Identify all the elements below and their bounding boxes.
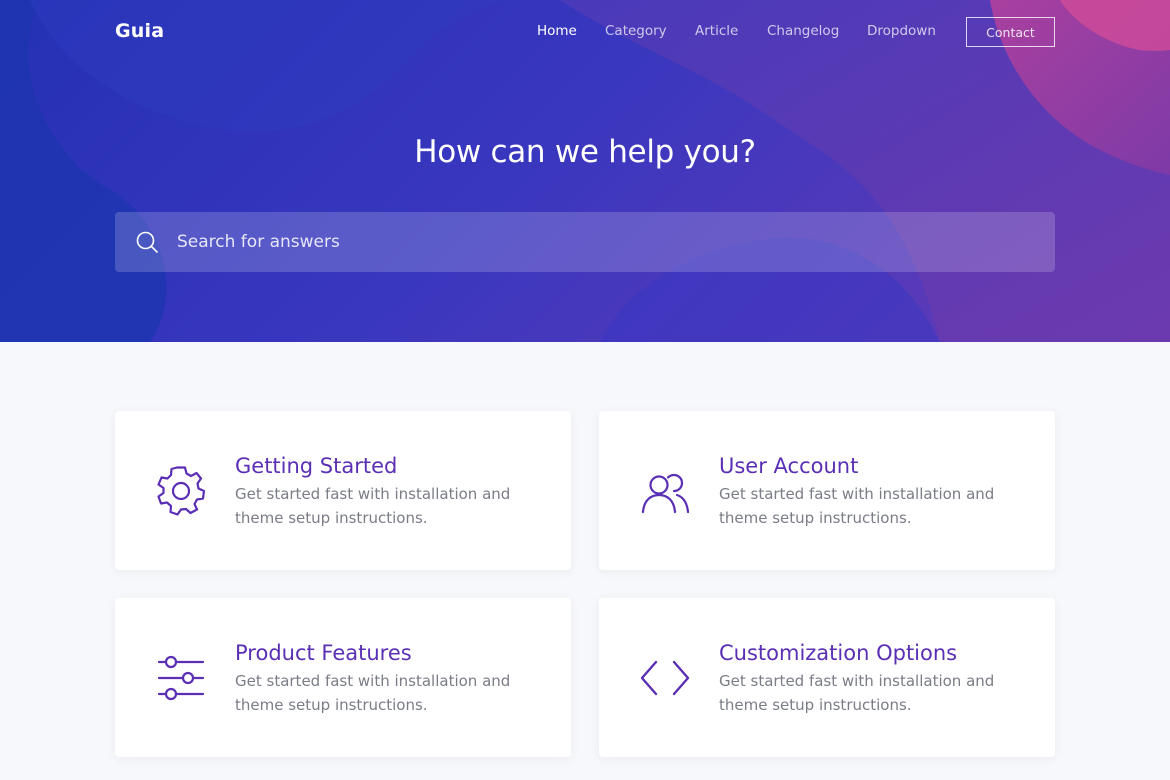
card-title: Product Features bbox=[235, 641, 412, 665]
contact-button[interactable]: Contact bbox=[966, 17, 1055, 47]
card-customization-options[interactable]: Customization Options Get started fast w… bbox=[599, 598, 1055, 757]
hero-title: How can we help you? bbox=[414, 134, 756, 170]
users-icon bbox=[641, 473, 690, 514]
card-title: Customization Options bbox=[719, 641, 958, 665]
search-icon bbox=[136, 231, 158, 253]
hero-header: Guia Home Category Article Changelog Dro… bbox=[0, 0, 1170, 342]
card-product-features[interactable]: Product Features Get started fast with i… bbox=[115, 598, 571, 757]
nav-item-changelog[interactable]: Changelog bbox=[767, 23, 839, 39]
nav-item-article[interactable]: Article bbox=[695, 23, 738, 39]
card-description: Get started fast with installation and t… bbox=[719, 485, 995, 527]
card-title: Getting Started bbox=[235, 454, 398, 478]
nav-item-home[interactable]: Home bbox=[537, 23, 577, 39]
search-bar bbox=[115, 212, 1055, 272]
gear-icon bbox=[157, 466, 206, 516]
search-input[interactable] bbox=[175, 212, 1035, 272]
card-getting-started[interactable]: Getting Started Get started fast with in… bbox=[115, 411, 571, 570]
nav-item-category[interactable]: Category bbox=[605, 23, 667, 39]
sliders-icon bbox=[157, 655, 205, 701]
card-description: Get started fast with installation and t… bbox=[235, 672, 511, 714]
hero-background bbox=[0, 0, 1170, 342]
code-icon bbox=[640, 660, 690, 696]
card-description: Get started fast with installation and t… bbox=[235, 485, 511, 527]
card-user-account[interactable]: User Account Get started fast with insta… bbox=[599, 411, 1055, 570]
card-description: Get started fast with installation and t… bbox=[719, 672, 995, 714]
card-title: User Account bbox=[719, 454, 859, 478]
nav-item-dropdown[interactable]: Dropdown bbox=[867, 23, 936, 39]
